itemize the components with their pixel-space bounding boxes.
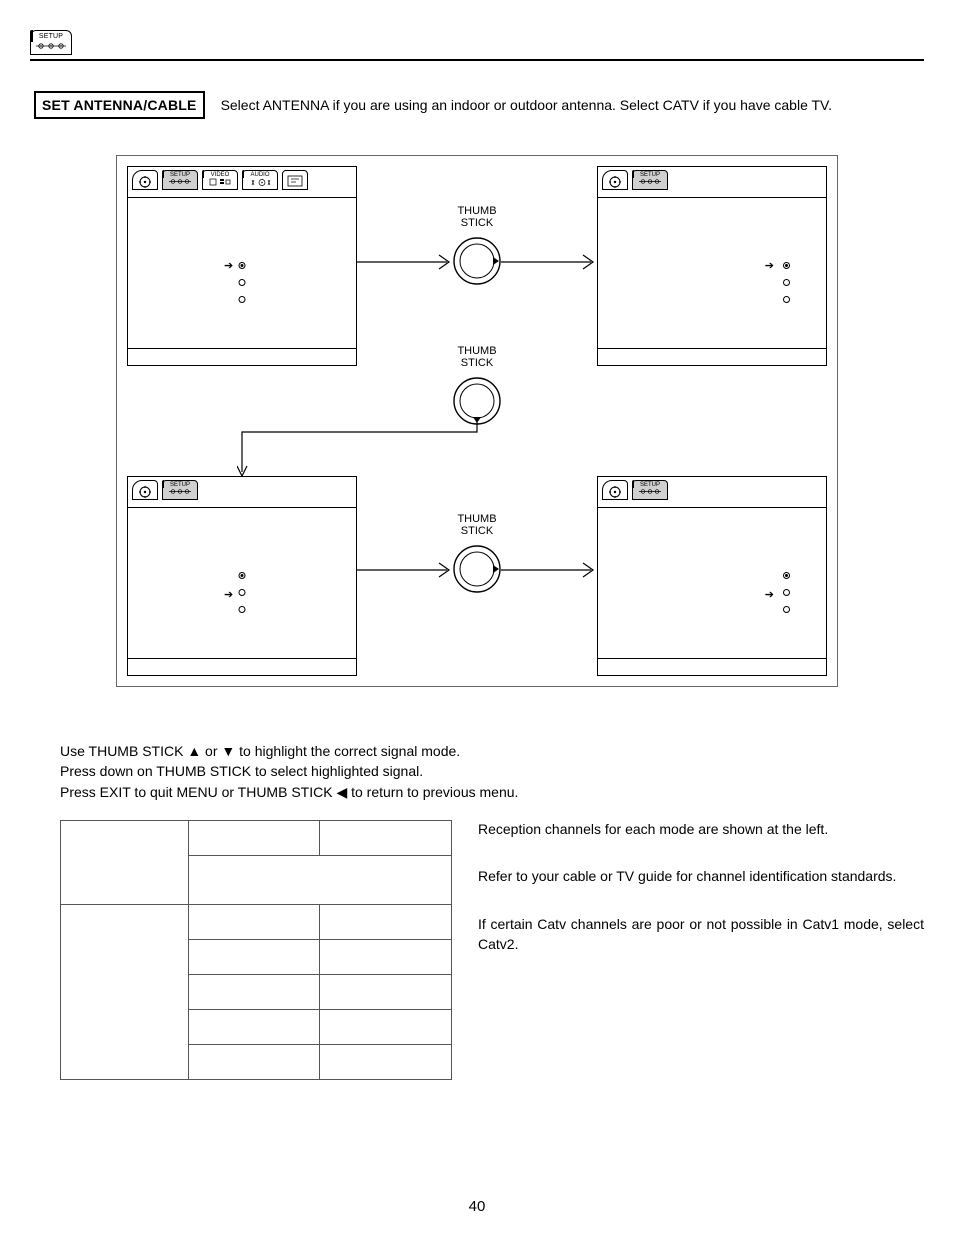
screen-panel-3: SETUP ➔ [127,476,357,676]
mode-channel-table [60,820,452,1080]
screen-panel-4: SETUP ➔ [597,476,827,676]
thumbstick-label: THUMB STICK [447,346,507,369]
tab-knob-icon [602,170,628,190]
tab-extra-icon [282,170,308,190]
tab-setup: SETUP [162,480,198,500]
arrow-icon [501,560,601,580]
tab-audio: AUDIO [242,170,278,190]
tab-knob-icon [132,170,158,190]
screen-panel-2: SETUP ➔ [597,166,827,366]
arrow-icon [501,252,601,272]
thumbstick-label: THUMB STICK [447,514,507,537]
option-dots [783,262,790,303]
section-description: Select ANTENNA if you are using an indoo… [221,97,832,113]
thumbstick-label: THUMB STICK [447,206,507,229]
thumbstick-knob-icon [452,376,502,426]
screen-panel-1: SETUP VIDEO AUDIO ➔ [127,166,357,366]
header-rule [30,59,924,61]
option-dots [239,572,246,613]
instruction-line: Use THUMB STICK ▲ or ▼ to highlight the … [60,741,924,761]
slider-glyph-icon [35,42,67,50]
option-dots [783,572,790,613]
header-setup-label: SETUP [35,33,67,40]
tab-video: VIDEO [202,170,238,190]
instruction-line: Press EXIT to quit MENU or THUMB STICK ◀… [60,782,924,802]
up-triangle-icon: ▲ [187,743,201,759]
instruction-block: Use THUMB STICK ▲ or ▼ to highlight the … [60,741,924,802]
pointer-icon: ➔ [765,261,774,272]
tab-setup: SETUP [632,170,668,190]
section-title: SET ANTENNA/CABLE [34,91,205,119]
arrow-icon [357,560,457,580]
down-triangle-icon: ▼ [221,743,235,759]
flow-diagram: SETUP VIDEO AUDIO ➔ SETUP ➔ [116,155,838,687]
note-text: Reception channels for each mode are sho… [478,820,924,840]
pointer-icon: ➔ [765,590,774,601]
left-triangle-icon: ◀ [336,784,347,800]
tab-knob-icon [602,480,628,500]
option-dots [239,262,246,303]
page-number: 40 [0,1198,954,1215]
arrow-icon [357,252,457,272]
pointer-icon: ➔ [224,590,233,601]
pointer-icon: ➔ [224,261,233,272]
thumbstick-knob-icon [452,236,502,286]
tab-knob-icon [132,480,158,500]
tab-setup: SETUP [162,170,198,190]
note-text: Refer to your cable or TV guide for chan… [478,867,924,887]
note-text: If certain Catv channels are poor or not… [478,915,924,954]
side-notes: Reception channels for each mode are sho… [478,820,924,982]
instruction-line: Press down on THUMB STICK to select high… [60,761,924,781]
arrow-icon [237,422,487,482]
thumbstick-knob-icon [452,544,502,594]
tab-setup: SETUP [632,480,668,500]
header-setup-chip: SETUP [30,30,72,55]
